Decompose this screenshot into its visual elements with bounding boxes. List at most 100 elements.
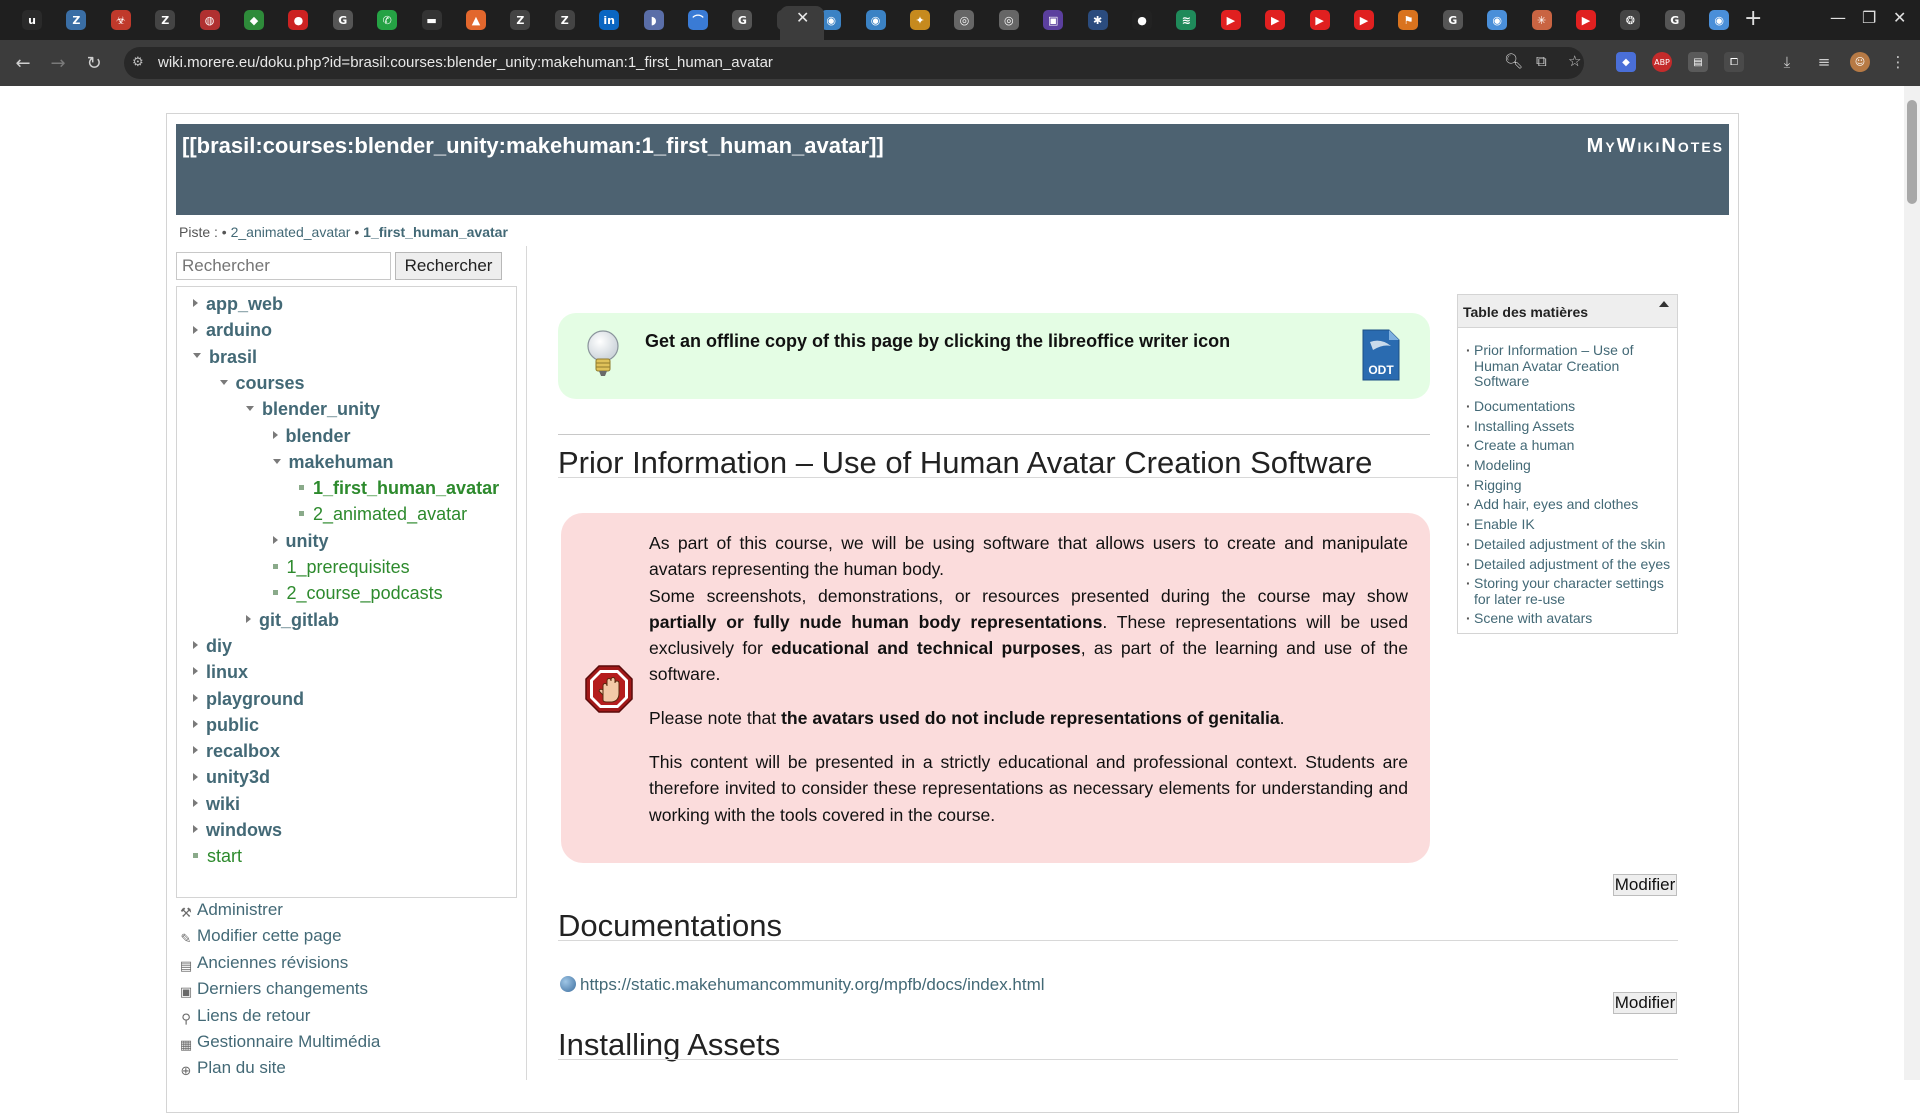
toc-collapse-icon[interactable]	[1659, 301, 1669, 307]
close-tab-icon[interactable]: ✕	[796, 8, 809, 27]
tool-link-label[interactable]: Derniers changements	[197, 979, 368, 998]
adblock-icon[interactable]: ABP	[1652, 52, 1672, 72]
tool-link-label[interactable]: Modifier cette page	[197, 926, 342, 945]
tool-link-label[interactable]: Anciennes révisions	[197, 953, 348, 972]
tree-item-linux[interactable]: linux	[193, 662, 248, 683]
tree-item-app-web[interactable]: app_web	[193, 294, 283, 315]
minimize-icon[interactable]: —	[1830, 8, 1846, 27]
breadcrumb-current[interactable]: 1_first_human_avatar	[363, 224, 508, 240]
dash-icon[interactable]: ▬	[421, 10, 442, 30]
tree-item-label[interactable]: windows	[206, 820, 282, 840]
cast-icon[interactable]: ⧉	[1536, 52, 1547, 70]
toc-link[interactable]: Scene with avatars	[1466, 610, 1676, 627]
tool-link[interactable]: ⚲ Liens de retour	[178, 1006, 310, 1027]
tree-item-label[interactable]: 2_course_podcasts	[287, 583, 443, 603]
tool-link-label[interactable]: Administrer	[197, 900, 283, 919]
tree-item-label[interactable]: 2_animated_avatar	[313, 504, 467, 524]
whatsapp-icon[interactable]: ✆	[377, 10, 398, 30]
tree-item-label[interactable]: unity3d	[206, 767, 270, 787]
tree-item-recalbox[interactable]: recalbox	[193, 741, 280, 762]
url-text[interactable]: wiki.morere.eu/doku.php?id=brasil:course…	[158, 54, 773, 71]
window-close-icon[interactable]: ✕	[1893, 8, 1906, 27]
external-link-url[interactable]: https://static.makehumancommunity.org/mp…	[580, 975, 1045, 994]
toc-link[interactable]: Prior Information – Use of Human Avatar …	[1466, 342, 1676, 390]
toc-link[interactable]: Detailed adjustment of the eyes	[1466, 556, 1676, 573]
extensions-puzzle-icon[interactable]: ⧠	[1724, 52, 1744, 72]
toc-link[interactable]: Create a human	[1466, 437, 1676, 454]
tree-item-blender-unity[interactable]: blender_unity	[246, 399, 380, 420]
tree-item-label[interactable]: linux	[206, 662, 248, 682]
youtube-icon[interactable]: ▶	[1309, 10, 1330, 30]
back-icon[interactable]: ←	[10, 50, 36, 76]
tree-item-label[interactable]: brasil	[209, 347, 257, 367]
blue-app-icon[interactable]: ◉	[1709, 10, 1730, 30]
search-input[interactable]	[176, 252, 391, 280]
globe-icon[interactable]: ◎	[998, 10, 1019, 30]
tree-item-git-gitlab[interactable]: git_gitlab	[246, 610, 339, 631]
purple-app-icon[interactable]: ▣	[1043, 10, 1064, 30]
search-button[interactable]: Rechercher	[395, 252, 502, 280]
toc-link[interactable]: Modeling	[1466, 457, 1676, 474]
page-scrollbar[interactable]	[1904, 86, 1920, 1080]
toc-link[interactable]: Add hair, eyes and clothes	[1466, 496, 1676, 513]
media-control-icon[interactable]: ≡	[1814, 52, 1834, 72]
tree-item-2-course-podcasts[interactable]: 2_course_podcasts	[272, 583, 443, 604]
tree-item-label[interactable]: 1_prerequisites	[287, 557, 410, 577]
tree-item-label[interactable]: playground	[206, 689, 304, 709]
chatgpt-icon[interactable]: ❂	[1620, 10, 1641, 30]
tree-item-unity[interactable]: unity	[272, 531, 329, 552]
toc-link[interactable]: Enable IK	[1466, 516, 1676, 533]
youtube-icon[interactable]: ▶	[1265, 10, 1286, 30]
toc-link[interactable]: Documentations	[1466, 398, 1676, 415]
tree-item-label[interactable]: recalbox	[206, 741, 280, 761]
edit-section-button[interactable]: Modifier	[1613, 874, 1677, 896]
toc-title[interactable]: Table des matières	[1463, 304, 1588, 320]
audio-wave-icon[interactable]: ≋	[1176, 10, 1197, 30]
u-icon[interactable]: u	[22, 10, 42, 30]
tool-link[interactable]: ⊕ Plan du site	[178, 1058, 286, 1079]
youtube-icon[interactable]: ▶	[1354, 10, 1374, 30]
blue-app-icon[interactable]: ◉	[1487, 10, 1508, 30]
globe-icon[interactable]: ◎	[954, 10, 975, 30]
tree-item-playground[interactable]: playground	[193, 689, 304, 710]
page-title[interactable]: [[brasil:courses:blender_unity:makehuman…	[182, 133, 884, 159]
tree-item-label[interactable]: public	[206, 715, 259, 735]
tool-link[interactable]: ▦ Gestionnaire Multimédia	[178, 1032, 380, 1053]
z-icon[interactable]: Z	[66, 10, 87, 30]
biohazard-icon[interactable]: ☣	[110, 10, 131, 30]
gitlab-icon[interactable]: ▲	[466, 10, 486, 30]
brazil-flag-icon[interactable]: ◆	[244, 10, 264, 30]
toc-link[interactable]: Installing Assets	[1466, 418, 1676, 435]
tree-item-windows[interactable]: windows	[193, 820, 282, 841]
tree-item-courses[interactable]: courses	[219, 373, 305, 394]
github-icon[interactable]: ●	[1132, 10, 1152, 30]
star-app-icon[interactable]: ✱	[1087, 10, 1108, 30]
tree-item-public[interactable]: public	[193, 715, 259, 736]
tree-item-unity3d[interactable]: unity3d	[193, 767, 270, 788]
tree-item-label[interactable]: courses	[236, 373, 305, 393]
google-icon[interactable]: G	[332, 10, 353, 30]
reload-icon[interactable]: ↻	[81, 50, 107, 76]
signal-icon[interactable]: ⌒	[688, 10, 708, 30]
swirl-icon[interactable]: ◍	[199, 10, 220, 30]
tree-item-label[interactable]: app_web	[206, 294, 283, 314]
menu-kebab-icon[interactable]: ⋮	[1888, 52, 1908, 72]
toc-link[interactable]: Storing your character settings for late…	[1466, 575, 1676, 607]
new-tab-button[interactable]: +	[1744, 6, 1762, 31]
blue-bird-icon[interactable]: ◉	[865, 10, 886, 30]
restore-icon[interactable]: ❐	[1862, 8, 1876, 27]
google-icon[interactable]: G	[732, 10, 753, 30]
tree-item-1-first-human-avatar[interactable]: 1_first_human_avatar	[299, 478, 499, 499]
youtube-icon[interactable]: ▶	[1220, 10, 1241, 30]
claude-icon[interactable]: ✳	[1531, 10, 1552, 30]
tree-item-label[interactable]: wiki	[206, 794, 240, 814]
bookmark-icon[interactable]: ◗	[643, 10, 664, 30]
pinwheel-icon[interactable]: ✦	[910, 10, 930, 30]
download-icon[interactable]: ⤓	[1777, 52, 1797, 72]
tree-item-label[interactable]: arduino	[206, 320, 272, 340]
tree-item-brasil[interactable]: brasil	[193, 347, 257, 368]
tool-link-label[interactable]: Liens de retour	[197, 1006, 310, 1025]
toc-link[interactable]: Rigging	[1466, 477, 1676, 494]
tool-link[interactable]: ▣ Derniers changements	[178, 979, 368, 1000]
tool-link[interactable]: ⚒ Administrer	[178, 900, 283, 921]
